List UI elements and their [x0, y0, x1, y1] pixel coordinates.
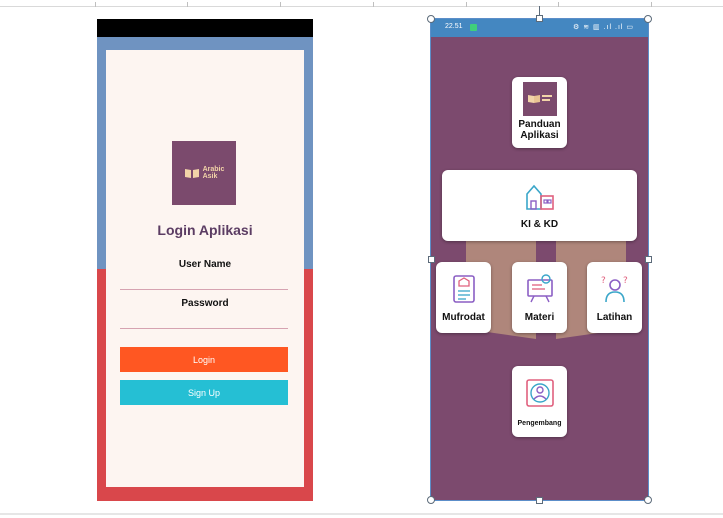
ruler-tick — [280, 2, 281, 7]
school-building-icon — [525, 184, 554, 210]
ruler-tick — [373, 2, 374, 7]
menu-screen-image[interactable]: 22.51 ⚙ ≋ ▥ .ıl .ıl ▭ Panduan Aplikasi K… — [430, 18, 649, 501]
ruler-tick — [651, 2, 652, 7]
username-input[interactable] — [120, 289, 288, 290]
ki-kd-label: KI & KD — [520, 219, 559, 230]
app-logo: Arabic Asik — [172, 141, 236, 205]
resize-handle-left[interactable] — [428, 256, 435, 263]
document-bottom-rule — [0, 513, 723, 515]
system-status-icons: ⚙ ≋ ▥ .ıl .ıl ▭ — [573, 24, 634, 31]
materi-tile[interactable]: Materi — [512, 262, 567, 333]
logo-text-line1: Arabic — [202, 166, 225, 173]
ki-kd-tile[interactable]: KI & KD — [442, 170, 637, 241]
thinking-person-icon: ? ? — [601, 276, 628, 303]
pengembang-label: Pengembang — [517, 420, 562, 427]
user-profile-icon — [525, 379, 554, 407]
resize-handle-top[interactable] — [536, 15, 543, 22]
pengembang-tile[interactable]: Pengembang — [512, 366, 567, 437]
resize-handle-right[interactable] — [645, 256, 652, 263]
login-button[interactable]: Login — [120, 347, 288, 372]
username-label: User Name — [178, 259, 232, 270]
panduan-aplikasi-tile[interactable]: Panduan Aplikasi — [512, 77, 567, 148]
presentation-board-icon — [526, 274, 553, 303]
ruler-tick — [187, 2, 188, 7]
ruler-tick — [466, 2, 467, 7]
document-top-rule — [0, 6, 723, 7]
svg-text:?: ? — [601, 276, 606, 286]
phone-status-bar — [97, 19, 313, 37]
ruler-tick — [95, 2, 96, 7]
panduan-label-line2: Aplikasi — [520, 130, 559, 141]
resize-handle-bottom-left[interactable] — [427, 496, 435, 504]
mufrodat-label: Mufrodat — [442, 312, 485, 323]
book-logo-icon — [522, 82, 557, 116]
mufrodat-tile[interactable]: Mufrodat — [436, 262, 491, 333]
resize-handle-top-right[interactable] — [644, 15, 652, 23]
logo-wordmark: Arabic Asik — [203, 166, 225, 180]
logo-text-line2: Asik — [202, 173, 218, 180]
panduan-label-line1: Panduan — [518, 119, 561, 130]
password-input[interactable] — [120, 328, 288, 329]
resize-handle-bottom-right[interactable] — [644, 496, 652, 504]
svg-text:?: ? — [623, 276, 628, 286]
latihan-label: Latihan — [596, 312, 633, 323]
document-list-icon — [452, 275, 475, 303]
password-label: Password — [181, 298, 229, 309]
signup-button[interactable]: Sign Up — [120, 380, 288, 405]
open-book-icon — [184, 169, 199, 178]
resize-handle-bottom[interactable] — [536, 497, 543, 504]
notification-icon — [470, 24, 477, 31]
ruler-tick — [558, 2, 559, 7]
resize-handle-top-left[interactable] — [427, 15, 435, 23]
materi-label: Materi — [524, 312, 555, 323]
latihan-tile[interactable]: ? ? Latihan — [587, 262, 642, 333]
status-time: 22.51 — [445, 23, 463, 30]
login-title: Login Aplikasi — [157, 222, 253, 238]
login-screen-image[interactable]: Arabic Asik Login Aplikasi User Name Pas… — [97, 19, 313, 501]
